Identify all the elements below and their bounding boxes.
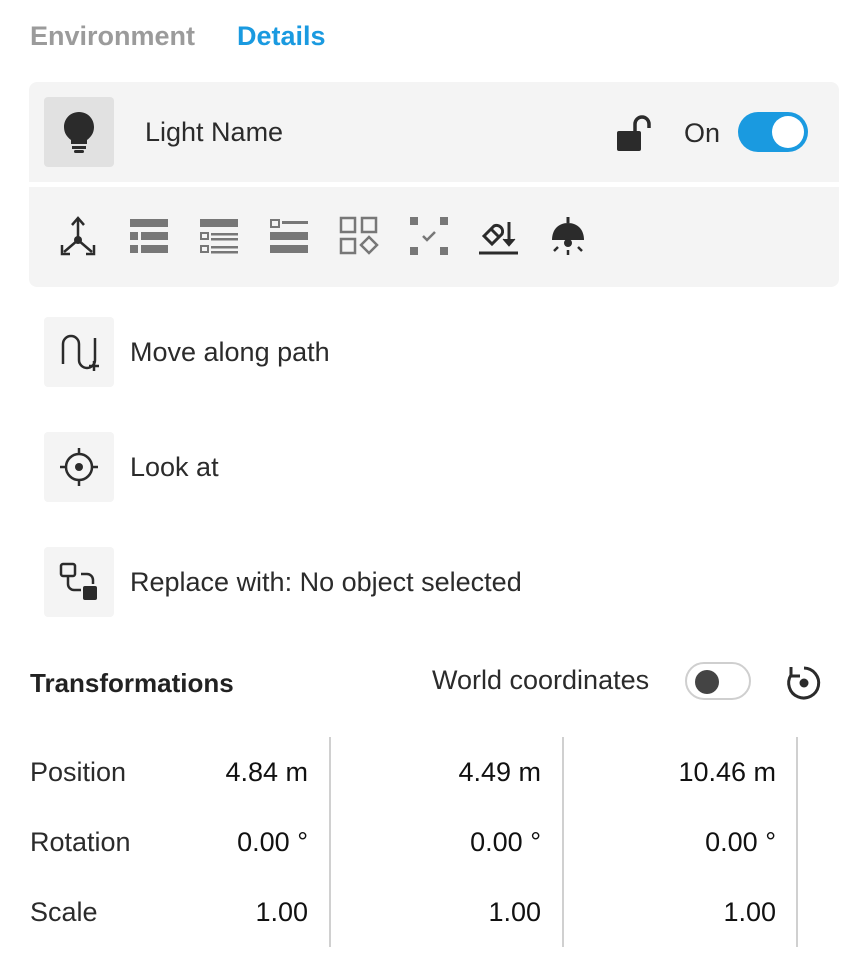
transformations-title: Transformations — [30, 668, 234, 698]
position-label: Position — [30, 757, 127, 787]
column-divider — [329, 737, 331, 947]
replace-with-icon-box — [44, 547, 114, 617]
list-icon — [130, 219, 168, 253]
object-name[interactable]: Light Name — [145, 114, 283, 150]
scale-y-field[interactable]: 1.00 — [381, 897, 541, 928]
move-along-path-action[interactable]: Move along path — [44, 317, 330, 387]
position-y-field[interactable]: 4.49 m — [381, 757, 541, 788]
unlocked-lock-icon[interactable] — [615, 114, 655, 154]
tab-details[interactable]: Details — [237, 18, 326, 54]
look-at-action[interactable]: Look at — [44, 432, 219, 502]
reset-rotate-icon[interactable] — [783, 662, 825, 704]
scale-z-field[interactable]: 1.00 — [616, 897, 776, 928]
move-along-path-icon-box — [44, 317, 114, 387]
scale-label: Scale — [30, 897, 98, 927]
selection-tool[interactable] — [407, 214, 451, 258]
column-divider — [562, 737, 564, 947]
dotted-selection-icon — [410, 217, 448, 255]
properties-list-tool[interactable] — [197, 214, 241, 258]
target-icon — [60, 448, 98, 486]
scale-x-field[interactable]: 1.00 — [148, 897, 308, 928]
components-tool[interactable] — [337, 214, 381, 258]
rotation-z-field[interactable]: 0.00 ° — [616, 827, 776, 858]
panel-divider — [29, 182, 839, 187]
look-at-label: Look at — [130, 451, 219, 482]
world-coordinates-toggle[interactable] — [685, 662, 751, 700]
snap-tool[interactable] — [476, 214, 520, 258]
look-at-icon-box — [44, 432, 114, 502]
path-plus-icon — [61, 334, 99, 371]
position-z-field[interactable]: 10.46 m — [616, 757, 776, 788]
move-gizmo-tool[interactable] — [56, 214, 100, 258]
outline-list-tool[interactable] — [267, 214, 311, 258]
rotation-x-field[interactable]: 0.00 ° — [148, 827, 308, 858]
toggle-knob — [772, 116, 804, 148]
visibility-toggle[interactable] — [738, 112, 808, 152]
object-header-panel: Light Name On — [29, 82, 839, 287]
rotation-label: Rotation — [30, 827, 131, 857]
world-coordinates-label: World coordinates — [432, 665, 650, 695]
properties-list-icon — [200, 219, 238, 254]
grid-shapes-icon — [339, 216, 379, 255]
tab-bar: Environment Details — [30, 18, 326, 54]
move-along-path-label: Move along path — [130, 336, 330, 367]
list-view-tool[interactable] — [127, 214, 171, 258]
visibility-label: On — [684, 118, 721, 148]
toggle-knob — [695, 670, 719, 694]
position-x-field[interactable]: 4.84 m — [148, 757, 308, 788]
column-divider — [796, 737, 798, 947]
axes-icon — [60, 216, 96, 256]
tab-environment[interactable]: Environment — [30, 18, 195, 54]
replace-with-label: Replace with: No object selected — [130, 566, 522, 597]
light-thumbnail[interactable] — [44, 97, 114, 167]
light-tool[interactable] — [546, 214, 590, 258]
replace-icon — [59, 562, 97, 600]
replace-with-action[interactable]: Replace with: No object selected — [44, 547, 522, 617]
rotation-y-field[interactable]: 0.00 ° — [381, 827, 541, 858]
lightbulb-icon — [64, 112, 94, 153]
lamp-icon — [552, 217, 584, 255]
outline-list-icon — [270, 219, 308, 253]
magnet-drop-icon — [479, 222, 518, 255]
